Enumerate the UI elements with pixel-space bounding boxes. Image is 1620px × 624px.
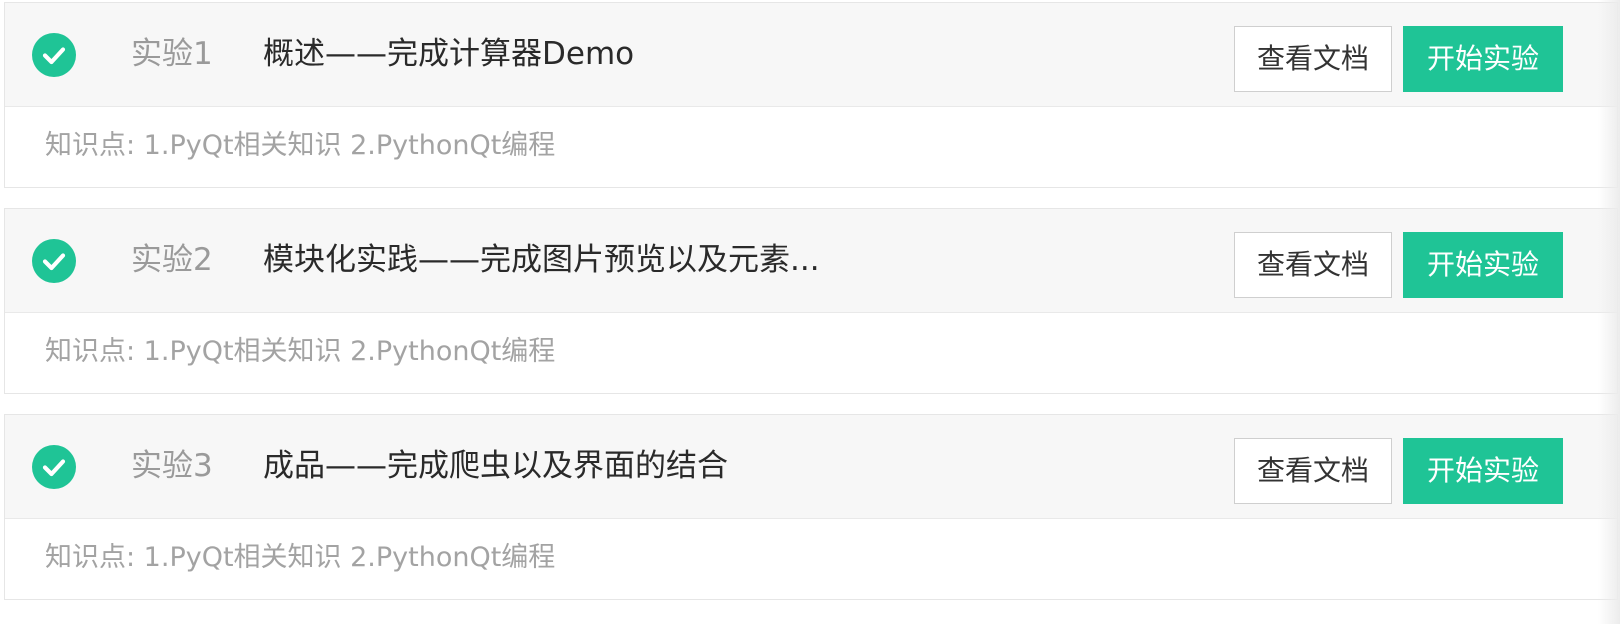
experiment-card: 实验2 模块化实践——完成图片预览以及元素... 查看文档 开始实验 知识点: … bbox=[4, 208, 1618, 394]
view-doc-button[interactable]: 查看文档 bbox=[1234, 26, 1392, 92]
knowledge-points: 知识点: 1.PyQt相关知识 2.PythonQt编程 bbox=[45, 542, 556, 573]
experiment-number: 实验2 bbox=[131, 242, 213, 278]
check-circle-icon bbox=[32, 239, 76, 283]
start-experiment-button[interactable]: 开始实验 bbox=[1403, 232, 1563, 298]
view-doc-button[interactable]: 查看文档 bbox=[1234, 232, 1392, 298]
experiment-card: 实验1 概述——完成计算器Demo 查看文档 开始实验 知识点: 1.PyQt相… bbox=[4, 2, 1618, 188]
start-experiment-button[interactable]: 开始实验 bbox=[1403, 26, 1563, 92]
experiment-card: 实验3 成品——完成爬虫以及界面的结合 查看文档 开始实验 知识点: 1.PyQ… bbox=[4, 414, 1618, 600]
knowledge-points: 知识点: 1.PyQt相关知识 2.PythonQt编程 bbox=[45, 130, 556, 161]
experiment-title[interactable]: 概述——完成计算器Demo bbox=[263, 3, 634, 106]
experiment-header[interactable]: 实验1 概述——完成计算器Demo 查看文档 开始实验 bbox=[5, 3, 1617, 107]
experiment-list: 实验1 概述——完成计算器Demo 查看文档 开始实验 知识点: 1.PyQt相… bbox=[0, 0, 1620, 624]
experiment-title[interactable]: 成品——完成爬虫以及界面的结合 bbox=[263, 415, 728, 518]
check-circle-icon bbox=[32, 445, 76, 489]
experiment-header[interactable]: 实验2 模块化实践——完成图片预览以及元素... 查看文档 开始实验 bbox=[5, 209, 1617, 313]
start-experiment-button[interactable]: 开始实验 bbox=[1403, 438, 1563, 504]
check-circle-icon bbox=[32, 33, 76, 77]
view-doc-button[interactable]: 查看文档 bbox=[1234, 438, 1392, 504]
experiment-number: 实验3 bbox=[131, 448, 213, 484]
experiment-number: 实验1 bbox=[131, 36, 213, 72]
experiment-header[interactable]: 实验3 成品——完成爬虫以及界面的结合 查看文档 开始实验 bbox=[5, 415, 1617, 519]
knowledge-points: 知识点: 1.PyQt相关知识 2.PythonQt编程 bbox=[45, 336, 556, 367]
experiment-title[interactable]: 模块化实践——完成图片预览以及元素... bbox=[263, 209, 820, 312]
